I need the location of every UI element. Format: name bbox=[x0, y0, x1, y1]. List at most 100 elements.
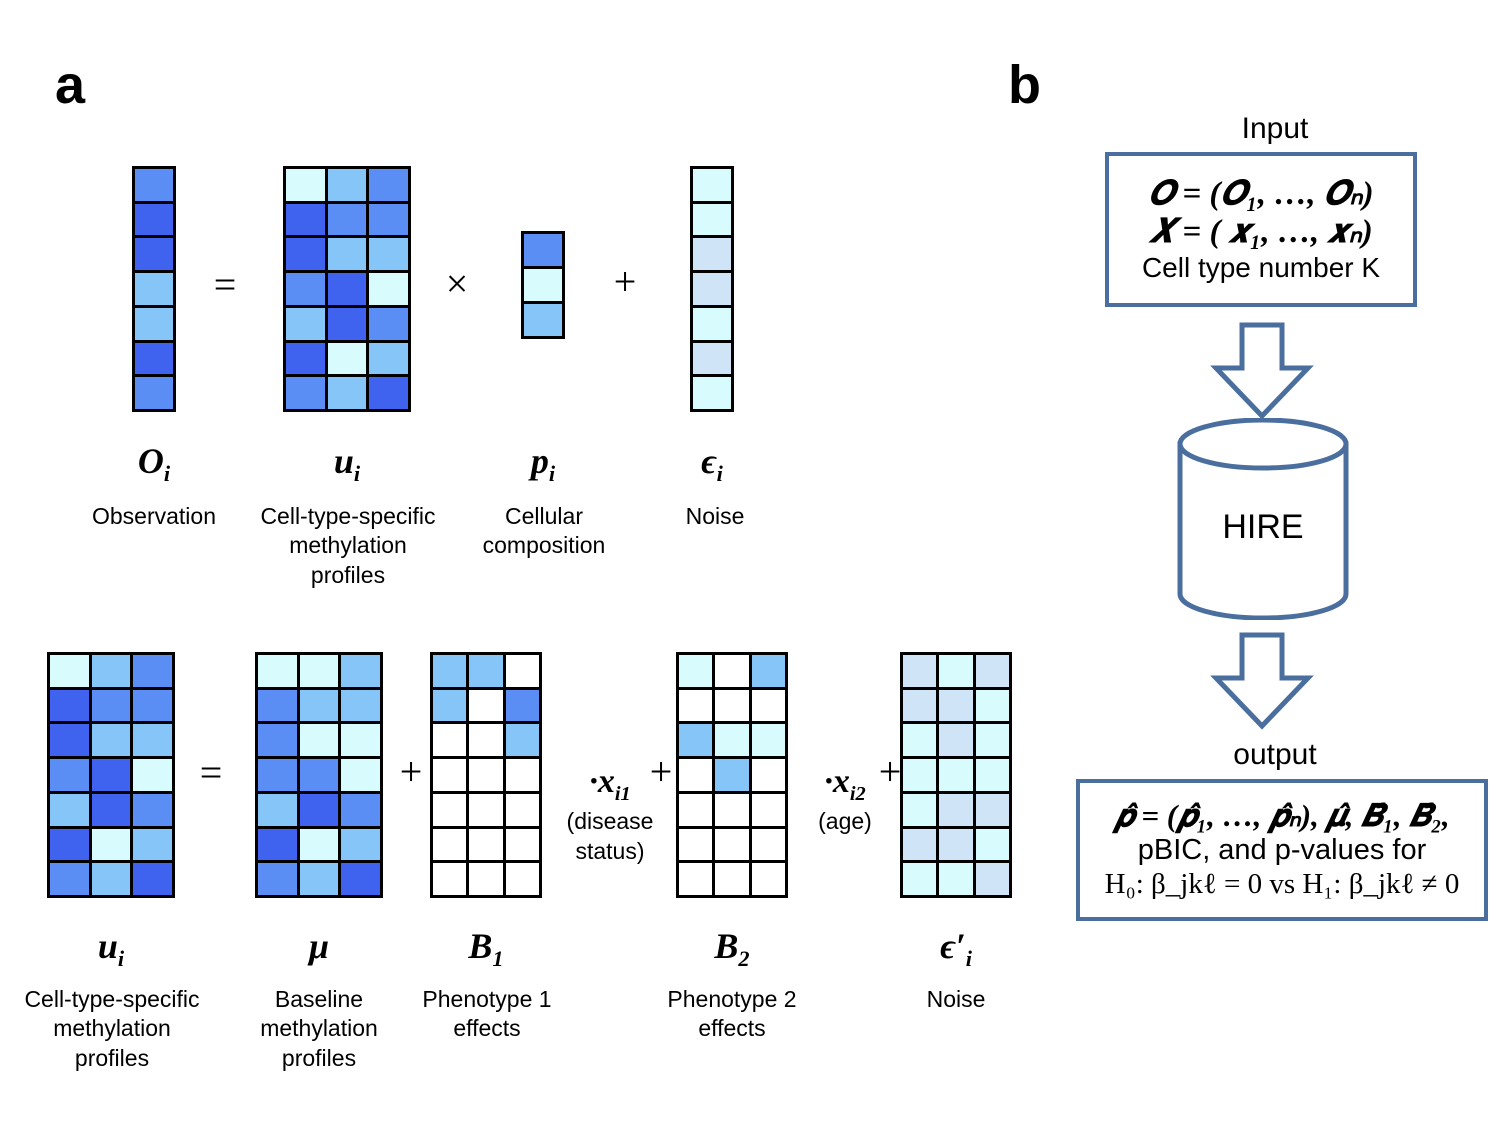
matrix-cell bbox=[341, 689, 380, 722]
matrix-cell bbox=[715, 759, 749, 791]
matrix-cell bbox=[286, 307, 325, 340]
matrix-cell bbox=[679, 724, 713, 757]
matrix-observation-Oi bbox=[132, 166, 176, 412]
matrix-phenotype2-B2 bbox=[676, 652, 788, 898]
matrix-cell bbox=[751, 828, 785, 861]
matrix-cell bbox=[369, 377, 408, 409]
operator-plus-row1: + bbox=[613, 259, 637, 304]
matrix-cell bbox=[939, 863, 973, 895]
input-line-O: 𝑶 = (𝑶₁, …, 𝑶ₙ) bbox=[1148, 176, 1374, 212]
matrix-cell bbox=[91, 863, 131, 895]
caption-observation: Observation bbox=[91, 503, 216, 529]
matrix-cell bbox=[751, 724, 785, 757]
caption-cellular-composition: Cellular composition bbox=[482, 503, 606, 559]
matrix-cell bbox=[693, 203, 731, 236]
output-line-pbic: pBIC, and p-values for bbox=[1137, 834, 1427, 867]
symbol-B2: B2 bbox=[714, 926, 750, 972]
matrix-cell bbox=[433, 655, 467, 687]
matrix-cell bbox=[524, 304, 562, 336]
matrix-baseline-mu bbox=[255, 652, 383, 898]
matrix-cell bbox=[939, 724, 973, 757]
matrix-cell bbox=[939, 655, 973, 687]
matrix-cell bbox=[715, 689, 749, 722]
matrix-cell bbox=[715, 863, 749, 895]
caption-celltype-profiles-top: Cell-type-specific methylation profiles bbox=[260, 503, 436, 588]
matrix-cell bbox=[91, 793, 131, 826]
matrix-cell bbox=[975, 759, 1009, 791]
matrix-cell bbox=[524, 269, 562, 301]
matrix-cell bbox=[433, 689, 467, 722]
matrix-cell bbox=[693, 377, 731, 409]
matrix-cell bbox=[327, 169, 367, 201]
matrix-cell bbox=[91, 828, 131, 861]
matrix-cell bbox=[135, 238, 173, 271]
matrix-cell bbox=[939, 689, 973, 722]
operator-times-row1: × bbox=[445, 261, 469, 306]
matrix-cell bbox=[286, 377, 325, 409]
matrix-cell bbox=[939, 759, 973, 791]
matrix-cell bbox=[135, 377, 173, 409]
input-line-X: 𝑿 = ( 𝒙₁, …, 𝒙ₙ) bbox=[1149, 214, 1373, 251]
matrix-cell bbox=[505, 759, 539, 791]
matrix-cell bbox=[286, 169, 325, 201]
matrix-cell bbox=[505, 793, 539, 826]
matrix-cell bbox=[751, 689, 785, 722]
matrix-cell bbox=[369, 307, 408, 340]
matrix-cell bbox=[341, 655, 380, 687]
matrix-cell bbox=[135, 273, 173, 305]
matrix-phenotype1-B1 bbox=[430, 652, 542, 898]
matrix-cell bbox=[975, 655, 1009, 687]
symbol-Oi: Oi bbox=[137, 441, 171, 487]
matrix-cell bbox=[299, 828, 339, 861]
matrix-cell bbox=[91, 724, 131, 757]
matrix-cell bbox=[50, 828, 89, 861]
symbol-mu: μ bbox=[308, 926, 330, 966]
matrix-cell bbox=[299, 863, 339, 895]
matrix-celltype-profiles-ui-bottom bbox=[47, 652, 175, 898]
matrix-cell bbox=[50, 689, 89, 722]
covariate-xi1-note: (disease status) bbox=[566, 808, 654, 865]
matrix-cell bbox=[341, 793, 380, 826]
matrix-cell bbox=[133, 759, 172, 791]
matrix-cell bbox=[903, 793, 937, 826]
matrix-cell bbox=[341, 828, 380, 861]
matrix-cell bbox=[469, 863, 503, 895]
symbol-pi: pi bbox=[530, 441, 556, 487]
panel-a-letter: a bbox=[55, 55, 86, 115]
operator-equals-row1: = bbox=[213, 262, 237, 307]
matrix-cell bbox=[135, 203, 173, 236]
symbol-ui-bottom: ui bbox=[97, 926, 125, 972]
matrix-cell bbox=[469, 793, 503, 826]
matrix-cell bbox=[505, 689, 539, 722]
matrix-cell bbox=[133, 863, 172, 895]
matrix-cell bbox=[939, 828, 973, 861]
matrix-cell bbox=[524, 234, 562, 266]
matrix-cell bbox=[258, 793, 297, 826]
matrix-cell bbox=[133, 828, 172, 861]
matrix-cell bbox=[693, 273, 731, 305]
matrix-cell bbox=[135, 307, 173, 340]
matrix-cell bbox=[469, 724, 503, 757]
matrix-cell bbox=[327, 307, 367, 340]
output-title: output bbox=[1233, 738, 1317, 771]
matrix-cellular-composition-pi bbox=[521, 231, 565, 339]
matrix-cell bbox=[341, 759, 380, 791]
matrix-cell bbox=[939, 793, 973, 826]
matrix-cell bbox=[327, 342, 367, 375]
matrix-cell bbox=[469, 689, 503, 722]
matrix-cell bbox=[91, 689, 131, 722]
matrix-cell bbox=[258, 655, 297, 687]
symbol-ui-top: ui bbox=[333, 441, 361, 487]
matrix-cell bbox=[751, 655, 785, 687]
matrix-cell bbox=[327, 203, 367, 236]
matrix-cell bbox=[258, 828, 297, 861]
input-box: 𝑶 = (𝑶₁, …, 𝑶ₙ) 𝑿 = ( 𝒙₁, …, 𝒙ₙ) Cell ty… bbox=[1105, 152, 1417, 307]
matrix-cell bbox=[903, 759, 937, 791]
matrix-cell bbox=[135, 342, 173, 375]
matrix-cell bbox=[50, 863, 89, 895]
matrix-cell bbox=[327, 377, 367, 409]
matrix-cell bbox=[133, 724, 172, 757]
covariate-xi2-note: (age) bbox=[818, 808, 872, 835]
matrix-cell bbox=[327, 273, 367, 305]
matrix-cell bbox=[693, 307, 731, 340]
